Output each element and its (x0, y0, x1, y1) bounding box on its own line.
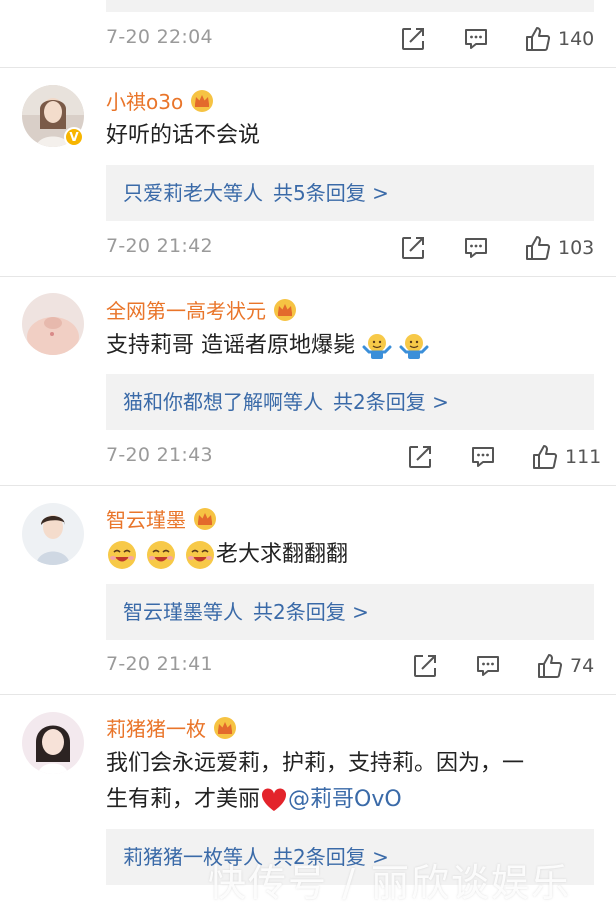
like-button[interactable]: 111 (531, 442, 601, 472)
comment-actions-row: 7-20 21:43 111 (0, 436, 616, 480)
like-count: 74 (570, 655, 595, 677)
like-button[interactable]: 140 (524, 24, 594, 54)
share-icon (409, 446, 431, 468)
crown-badge-icon (214, 716, 236, 739)
reply-count: 共5条回复 > (273, 181, 389, 205)
comment-time: 7-20 22:04 (106, 26, 213, 48)
mention-link[interactable]: @莉哥OvO (288, 787, 402, 812)
comment-actions-row: 7-20 22:04 140 (0, 18, 616, 62)
comment-time: 7-20 21:43 (106, 444, 213, 466)
like-button[interactable]: 74 (536, 651, 594, 681)
avatar[interactable] (22, 503, 84, 565)
share-button[interactable] (407, 442, 433, 472)
crown-badge-icon (194, 507, 216, 530)
like-icon (526, 236, 551, 260)
comment-text: 我们会永远爱莉，护莉，支持莉。因为，一 生有莉，才美丽 @莉哥OvO (106, 746, 592, 818)
reply-summary[interactable]: 只爱莉老大等人 共5条回复 > (106, 165, 594, 221)
comment-icon (465, 238, 487, 258)
share-button[interactable] (400, 233, 426, 263)
comment-button[interactable] (475, 651, 501, 681)
comment-text: 老大求翻翻翻 (106, 537, 592, 573)
share-icon (402, 237, 424, 259)
previous-reply-box[interactable] (106, 0, 594, 12)
comment-username[interactable]: 全网第一高考状元 (106, 295, 298, 324)
avatar[interactable] (22, 712, 84, 774)
comment-button[interactable] (463, 24, 489, 54)
crown-badge-icon (274, 298, 296, 321)
like-count: 140 (558, 28, 595, 50)
like-icon (526, 27, 551, 51)
comment-icon (477, 656, 499, 676)
divider (0, 694, 616, 695)
share-icon (414, 655, 436, 677)
reply-names: 猫和你都想了解啊等人 (123, 390, 323, 414)
like-icon (538, 654, 563, 678)
comment-button[interactable] (470, 442, 496, 472)
comment-username[interactable]: 莉猪猪一枚 (106, 713, 238, 742)
comment-text-body: 老大求翻翻翻 (216, 542, 349, 567)
like-button[interactable]: 103 (524, 233, 594, 263)
reply-count: 共2条回复 > (333, 390, 449, 414)
reply-summary[interactable]: 智云瑾墨等人 共2条回复 > (106, 584, 594, 640)
joyful-emoji-icon (186, 541, 214, 569)
joyful-emoji-icon (108, 541, 136, 569)
comment-icon (472, 447, 494, 467)
share-button[interactable] (412, 651, 438, 681)
reply-count: 共2条回复 > (253, 600, 369, 624)
joyful-emoji-icon (147, 541, 175, 569)
comment-button[interactable] (463, 233, 489, 263)
comment-time: 7-20 21:42 (106, 235, 213, 257)
comment-username[interactable]: 小祺o3o (106, 86, 215, 115)
like-count: 103 (558, 237, 595, 259)
comment-time: 7-20 21:41 (106, 653, 213, 675)
verified-badge-icon: V (64, 127, 84, 147)
comment-actions-row: 7-20 21:42 103 (0, 227, 616, 271)
crown-badge-icon (191, 89, 214, 112)
comment-actions-row: 7-20 21:41 74 (0, 645, 616, 689)
comment-text-line: 生有莉，才美丽 @莉哥OvO (106, 787, 402, 812)
avatar[interactable] (22, 293, 84, 355)
reply-summary[interactable]: 猫和你都想了解啊等人 共2条回复 > (106, 374, 594, 430)
like-icon (533, 445, 558, 469)
shrug-emoji-icon (362, 334, 392, 359)
share-button[interactable] (400, 24, 426, 54)
share-icon (402, 28, 424, 50)
comment-text-body: 支持莉哥 造谣者原地爆毙 (106, 333, 355, 358)
comment-username[interactable]: 智云瑾墨 (106, 504, 218, 533)
like-count: 111 (565, 446, 602, 468)
divider (0, 485, 616, 486)
comment-text: 好听的话不会说 (106, 123, 261, 148)
reply-names: 只爱莉老大等人 (123, 181, 263, 205)
heart-icon (261, 788, 287, 811)
comment-text: 支持莉哥 造谣者原地爆毙 (106, 328, 592, 364)
divider (0, 276, 616, 277)
comment-icon (465, 29, 487, 49)
divider (0, 67, 616, 68)
shrug-emoji-icon (399, 334, 429, 359)
reply-names: 智云瑾墨等人 (123, 600, 243, 624)
comment-text-line: 我们会永远爱莉，护莉，支持莉。因为，一 (106, 751, 525, 776)
